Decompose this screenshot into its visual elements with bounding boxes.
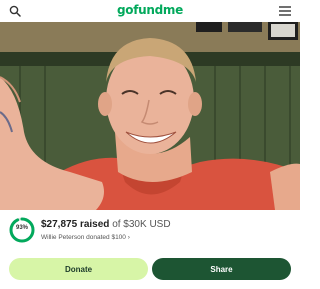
raised-summary: $27,875 raised of $30K USD — [41, 219, 171, 230]
gofundme-logo[interactable]: gofundme — [0, 3, 300, 17]
donation-summary-card: 93% $27,875 raised of $30K USD Willie Pe… — [0, 210, 300, 289]
goal-text: of $30K USD — [112, 219, 171, 230]
donate-button[interactable]: Donate — [9, 258, 148, 280]
share-button[interactable]: Share — [152, 258, 291, 280]
campaign-photo[interactable] — [0, 22, 300, 210]
hamburger-menu-icon[interactable] — [279, 6, 291, 16]
raised-word: raised — [79, 219, 110, 230]
top-bar: gofundme — [0, 0, 300, 22]
raised-amount: $27,875 — [41, 219, 78, 230]
campaign-photo-illustration — [0, 22, 300, 210]
recent-donation-link[interactable]: Willie Peterson donated $100 › — [41, 234, 130, 241]
progress-percent: 93% — [15, 225, 28, 231]
